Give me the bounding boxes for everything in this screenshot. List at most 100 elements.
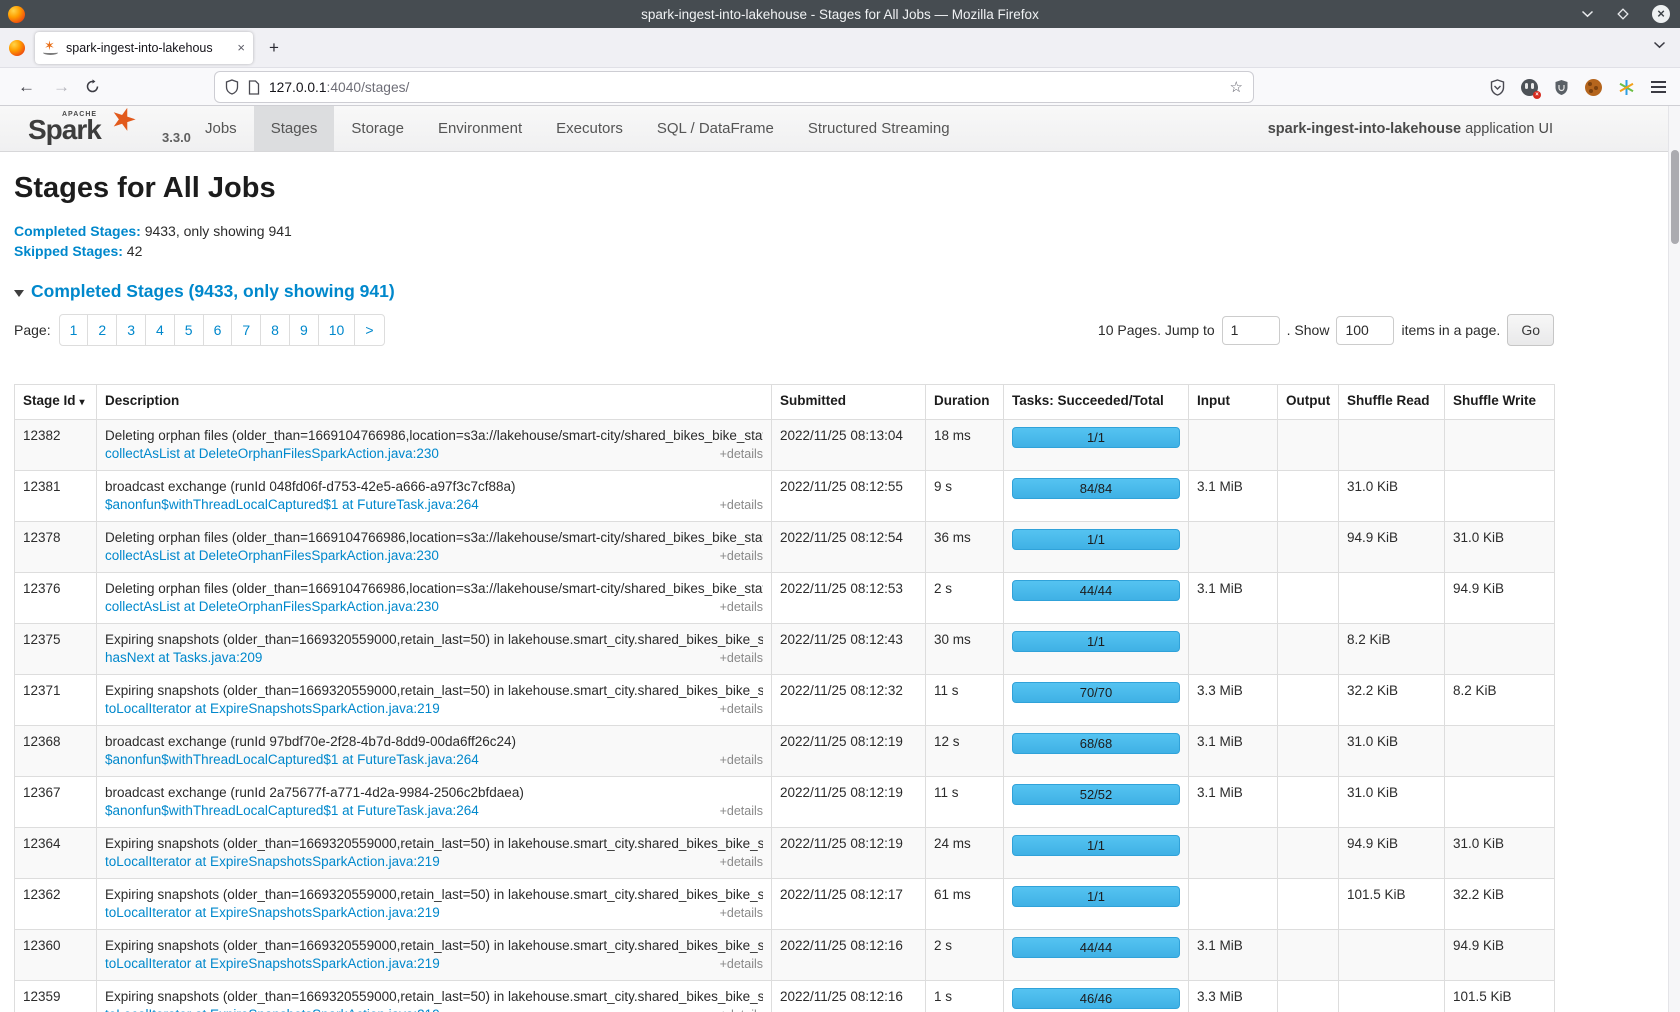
menu-icon[interactable] [1651, 81, 1666, 93]
multicolor-asterisk-icon[interactable] [1618, 79, 1635, 96]
shuffle-write-cell: 8.2 KiB [1445, 675, 1555, 726]
new-tab-button[interactable]: + [269, 38, 279, 58]
close-icon: × [1652, 5, 1670, 23]
stage-callsite-link[interactable]: toLocalIterator at ExpireSnapshotsSparkA… [105, 854, 440, 869]
minimize-button[interactable] [1581, 10, 1594, 18]
details-toggle[interactable]: +details [720, 598, 763, 616]
page-button-2[interactable]: 2 [87, 314, 117, 346]
stage-callsite-link[interactable]: toLocalIterator at ExpireSnapshotsSparkA… [105, 701, 440, 716]
maximize-button[interactable] [1616, 7, 1630, 21]
header-submitted[interactable]: Submitted [772, 385, 926, 420]
page-button-8[interactable]: 8 [260, 314, 290, 346]
details-toggle[interactable]: +details [720, 1006, 763, 1012]
page-button-7[interactable]: 7 [231, 314, 261, 346]
stage-callsite-link[interactable]: hasNext at Tasks.java:209 [105, 650, 262, 665]
go-button[interactable]: Go [1507, 314, 1554, 346]
close-button[interactable]: × [1652, 5, 1670, 23]
spark-logo-word: Spark [28, 114, 101, 146]
page-info-icon[interactable] [248, 80, 260, 95]
details-toggle[interactable]: +details [720, 955, 763, 973]
privacy-badger-icon[interactable]: × [1521, 79, 1538, 96]
reload-button[interactable] [85, 79, 100, 94]
nav-item-executors[interactable]: Executors [539, 106, 640, 151]
details-toggle[interactable]: +details [720, 547, 763, 565]
page-button-6[interactable]: 6 [203, 314, 233, 346]
stage-callsite-link[interactable]: toLocalIterator at ExpireSnapshotsSparkA… [105, 956, 440, 971]
header-duration[interactable]: Duration [926, 385, 1004, 420]
cookie-icon[interactable] [1585, 79, 1602, 96]
pagination-row: Page: 12345678910> 10 Pages. Jump to . S… [14, 314, 1554, 346]
nav-item-environment[interactable]: Environment [421, 106, 539, 151]
header-tasks[interactable]: Tasks: Succeeded/Total [1004, 385, 1189, 420]
page-button-10[interactable]: 10 [318, 314, 356, 346]
ublock-icon[interactable] [1554, 79, 1569, 96]
list-tabs-button[interactable] [1653, 41, 1666, 49]
page-button-4[interactable]: 4 [145, 314, 175, 346]
submitted-cell: 2022/11/25 08:13:04 [772, 420, 926, 471]
nav-item-structured-streaming[interactable]: Structured Streaming [791, 106, 967, 151]
tasks-progress-bar: 1/1 [1012, 427, 1180, 448]
bookmark-star-icon[interactable]: ☆ [1230, 78, 1243, 96]
back-button[interactable]: ← [18, 77, 35, 97]
stage-callsite-link[interactable]: collectAsList at DeleteOrphanFilesSparkA… [105, 599, 439, 614]
details-toggle[interactable]: +details [720, 496, 763, 514]
nav-item-stages[interactable]: Stages [254, 106, 335, 151]
stages-table: Stage Id▾ Description Submitted Duration… [14, 384, 1555, 1012]
nav-item-storage[interactable]: Storage [334, 106, 421, 151]
jump-to-page-input[interactable] [1222, 316, 1280, 345]
header-shuffle-read[interactable]: Shuffle Read [1339, 385, 1445, 420]
url-bar[interactable]: 127.0.0.1:4040/stages/ ☆ [215, 72, 1253, 102]
shuffle-write-cell: 31.0 KiB [1445, 522, 1555, 573]
stage-callsite-link[interactable]: collectAsList at DeleteOrphanFilesSparkA… [105, 446, 439, 461]
header-stage-id[interactable]: Stage Id▾ [15, 385, 97, 420]
submitted-cell: 2022/11/25 08:12:55 [772, 471, 926, 522]
items-per-page-input[interactable] [1336, 316, 1394, 345]
spark-logo[interactable]: APACHE Spark ★ 3.3.0 [14, 106, 142, 151]
stage-callsite-link[interactable]: toLocalIterator at ExpireSnapshotsSparkA… [105, 1007, 440, 1012]
details-toggle[interactable]: +details [720, 853, 763, 871]
stage-callsite-link[interactable]: $anonfun$withThreadLocalCaptured$1 at Fu… [105, 803, 479, 818]
nav-item-jobs[interactable]: Jobs [188, 106, 254, 151]
stage-callsite-link[interactable]: $anonfun$withThreadLocalCaptured$1 at Fu… [105, 497, 479, 512]
url-text: 127.0.0.1:4040/stages/ [269, 80, 1221, 95]
tasks-cell: 44/44 [1004, 930, 1189, 981]
header-shuffle-write[interactable]: Shuffle Write [1445, 385, 1555, 420]
header-output[interactable]: Output [1278, 385, 1339, 420]
nav-item-sql-dataframe[interactable]: SQL / DataFrame [640, 106, 791, 151]
tab-close-icon[interactable]: × [235, 40, 245, 55]
header-description[interactable]: Description [97, 385, 772, 420]
window-title: spark-ingest-into-lakehouse - Stages for… [0, 7, 1680, 22]
details-toggle[interactable]: +details [720, 802, 763, 820]
tasks-progress-label: 46/46 [1080, 991, 1113, 1006]
page-button-3[interactable]: 3 [116, 314, 146, 346]
skipped-stages-link[interactable]: Skipped Stages: [14, 243, 123, 259]
stage-callsite-link[interactable]: toLocalIterator at ExpireSnapshotsSparkA… [105, 905, 440, 920]
details-toggle[interactable]: +details [720, 445, 763, 463]
tasks-cell: 1/1 [1004, 879, 1189, 930]
completed-stages-link[interactable]: Completed Stages: [14, 223, 141, 239]
firefox-menu-icon[interactable] [9, 40, 25, 56]
forward-button[interactable]: → [53, 77, 70, 97]
details-toggle[interactable]: +details [720, 904, 763, 922]
completed-stages-section-header[interactable]: Completed Stages (9433, only showing 941… [14, 281, 1554, 302]
page-button-9[interactable]: 9 [289, 314, 319, 346]
browser-tab[interactable]: ✶ spark-ingest-into-lakehous × [35, 32, 253, 64]
submitted-cell: 2022/11/25 08:12:19 [772, 726, 926, 777]
page-scrollbar[interactable] [1668, 106, 1680, 1012]
page-button-5[interactable]: 5 [174, 314, 204, 346]
details-toggle[interactable]: +details [720, 700, 763, 718]
description-cell: Expiring snapshots (older_than=166932055… [97, 981, 772, 1012]
page-button-1[interactable]: 1 [59, 314, 89, 346]
header-input[interactable]: Input [1189, 385, 1278, 420]
scrollbar-thumb[interactable] [1671, 150, 1679, 244]
application-name: spark-ingest-into-lakehouse application … [1268, 106, 1553, 152]
stage-callsite-link[interactable]: $anonfun$withThreadLocalCaptured$1 at Fu… [105, 752, 479, 767]
shield-icon[interactable] [225, 79, 239, 95]
details-toggle[interactable]: +details [720, 751, 763, 769]
input-cell: 3.1 MiB [1189, 777, 1278, 828]
details-toggle[interactable]: +details [720, 649, 763, 667]
stage-callsite-link[interactable]: collectAsList at DeleteOrphanFilesSparkA… [105, 548, 439, 563]
extension-shield-icon[interactable] [1490, 79, 1505, 96]
skipped-stages-count: 42 [123, 243, 142, 259]
page-button->[interactable]: > [354, 314, 384, 346]
